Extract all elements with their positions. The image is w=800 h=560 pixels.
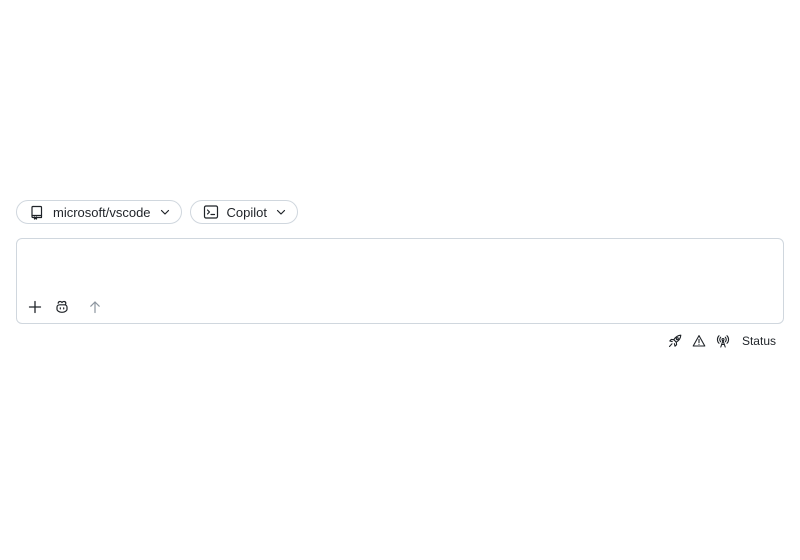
rocket-icon[interactable]: [668, 334, 682, 348]
chevron-down-icon: [275, 206, 287, 218]
agent-selector[interactable]: Copilot: [189, 200, 299, 224]
repository-label: microsoft/vscode: [53, 204, 151, 220]
status-bar: Status: [668, 334, 776, 348]
repository-selector[interactable]: microsoft/vscode: [16, 200, 182, 224]
prompt-composer: [16, 238, 784, 324]
send-button[interactable]: [85, 297, 105, 317]
add-button[interactable]: [25, 297, 45, 317]
broadcast-icon[interactable]: [716, 334, 730, 348]
copilot-button[interactable]: [52, 297, 72, 317]
add-icon: [28, 300, 42, 314]
agent-label: Copilot: [226, 204, 268, 220]
copilot-icon: [55, 300, 69, 314]
terminal-icon: [203, 204, 219, 220]
selector-row: microsoft/vscode Copilot: [16, 200, 299, 224]
prompt-input[interactable]: [27, 247, 771, 295]
chevron-down-icon: [159, 206, 171, 218]
send-arrow-icon: [88, 300, 102, 314]
alert-icon[interactable]: [692, 334, 706, 348]
status-link[interactable]: Status: [742, 334, 776, 348]
composer-toolbar: [25, 297, 112, 317]
repo-icon: [29, 204, 45, 220]
